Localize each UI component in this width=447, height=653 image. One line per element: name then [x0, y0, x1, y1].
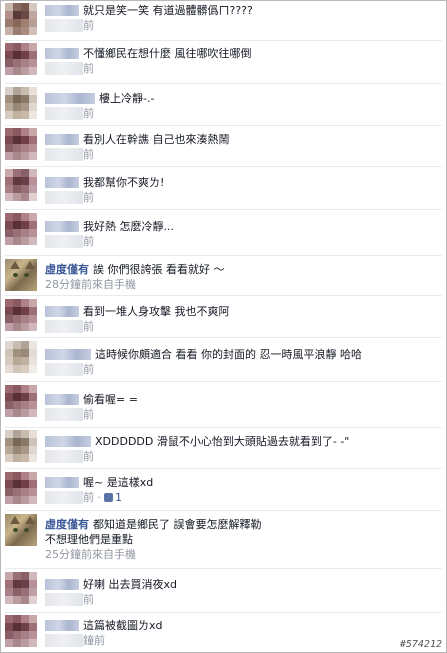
author-name-blurred[interactable]: [45, 349, 91, 360]
author-name-blurred[interactable]: [45, 394, 79, 405]
author-name[interactable]: 虛度僅有: [45, 263, 89, 276]
avatar[interactable]: [5, 3, 37, 35]
timestamp-blurred: [45, 235, 83, 248]
timestamp-blurred: [45, 634, 83, 647]
thumbs-up-icon[interactable]: [104, 493, 113, 502]
comment-item: 不懂鄉民在想什麼 風往哪吹往哪倒 前: [5, 43, 442, 84]
author-name-blurred[interactable]: [45, 436, 91, 447]
comment-text: 不懂鄉民在想什麼 風往哪吹往哪倒: [83, 47, 252, 60]
avatar[interactable]: [5, 615, 37, 647]
comment-text: 喔~ 是這樣xd: [83, 476, 154, 489]
timestamp-blurred: [45, 62, 83, 75]
author-name-blurred[interactable]: [45, 48, 79, 59]
avatar[interactable]: [5, 514, 37, 546]
comment-text: 這篇被截圖ㄌxd: [83, 619, 163, 632]
separator: ·: [97, 491, 102, 504]
comment-item: XDDDDDD 滑鼠不小心怡到大頭貼過去就看到了- -" 前: [5, 430, 442, 469]
timestamp-blurred: [45, 450, 83, 463]
comment-item: 看到一堆人身攻擊 我也不爽阿 前: [5, 299, 442, 338]
timestamp: 前: [83, 62, 94, 75]
timestamp: 前: [83, 491, 94, 504]
timestamp-blurred: [45, 107, 83, 120]
avatar[interactable]: [5, 43, 37, 75]
timestamp: 前: [83, 363, 94, 376]
comment-item: 偷看喔= = 前: [5, 385, 442, 428]
comment-item: 這時候你頗適合 看看 你的封面的 忍一時風平浪靜 哈哈 前: [5, 341, 442, 382]
author-name-blurred[interactable]: [45, 306, 79, 317]
author-name-blurred[interactable]: [45, 93, 95, 104]
timestamp-blurred: [45, 408, 83, 421]
comment-text: 偷看喔= =: [83, 393, 138, 406]
comment-item: 虛度僅有 都知道是鄉民了 誤會要怎麼解釋勒 不想理他們是重點 25分鐘前來自手機: [5, 514, 442, 569]
author-name-blurred[interactable]: [45, 134, 79, 145]
comment-item: 好喇 出去買消夜xd 前: [5, 572, 442, 613]
comment-item: 喔~ 是這樣xd 前 · 1: [5, 472, 442, 511]
comment-text: 看別人在幹譙 自己也來湊熱鬧: [83, 133, 230, 146]
comment-text: 就只是笑一笑 有道過體髒僞ㄇ????: [83, 4, 253, 17]
avatar[interactable]: [5, 87, 37, 119]
comment-item: 我好熱 怎麼冷靜... 前: [5, 213, 442, 256]
timestamp: 前: [83, 191, 94, 204]
timestamp: 前: [83, 19, 94, 32]
timestamp[interactable]: 28分鐘前來自手機: [45, 277, 442, 292]
timestamp[interactable]: 25分鐘前來自手機: [45, 547, 442, 562]
timestamp-blurred: [45, 320, 83, 333]
avatar[interactable]: [5, 472, 37, 504]
comment-text: XDDDDDD 滑鼠不小心怡到大頭貼過去就看到了- -": [95, 435, 350, 448]
avatar[interactable]: [5, 572, 37, 604]
author-name-blurred[interactable]: [45, 620, 79, 631]
timestamp: 前: [83, 235, 94, 248]
comment-item: 這篇被截圖ㄌxd 鐘前: [5, 615, 442, 651]
avatar[interactable]: [5, 169, 37, 201]
author-name-blurred[interactable]: [45, 477, 79, 488]
timestamp: 前: [83, 320, 94, 333]
avatar[interactable]: [5, 299, 37, 331]
comment-text-line-2: 不想理他們是重點: [45, 533, 133, 546]
timestamp: 前: [83, 450, 94, 463]
avatar[interactable]: [5, 430, 37, 462]
timestamp-blurred: [45, 593, 83, 606]
comment-item: 虛度僅有誒 你們很誇張 看看就好 ～ 28分鐘前來自手機: [5, 259, 442, 296]
timestamp-blurred: [45, 491, 83, 504]
watermark: #574212: [399, 639, 442, 650]
comment-text: 這時候你頗適合 看看 你的封面的 忍一時風平浪靜 哈哈: [95, 348, 362, 361]
timestamp: 前: [83, 408, 94, 421]
avatar[interactable]: [5, 259, 37, 291]
timestamp: 鐘前: [83, 634, 105, 647]
comment-item: 看別人在幹譙 自己也來湊熱鬧 前: [5, 128, 442, 167]
author-name-blurred[interactable]: [45, 5, 79, 16]
like-count[interactable]: 1: [115, 491, 122, 504]
comment-item: 就只是笑一笑 有道過體髒僞ㄇ???? 前: [5, 3, 442, 41]
timestamp-blurred: [45, 148, 83, 161]
timestamp-blurred: [45, 363, 83, 376]
comment-text: 好喇 出去買消夜xd: [83, 578, 177, 591]
timestamp-blurred: [45, 19, 83, 32]
avatar[interactable]: [5, 128, 37, 160]
timestamp: 前: [83, 107, 94, 120]
timestamp: 前: [83, 593, 94, 606]
avatar[interactable]: [5, 385, 37, 417]
author-name-blurred[interactable]: [45, 221, 79, 232]
comment-item: 樓上冷靜-.- 前: [5, 87, 442, 126]
avatar[interactable]: [5, 213, 37, 245]
timestamp-blurred: [45, 191, 83, 204]
author-name[interactable]: 虛度僅有: [45, 518, 89, 531]
comment-text: 看到一堆人身攻擊 我也不爽阿: [83, 305, 230, 318]
author-name-blurred[interactable]: [45, 579, 79, 590]
comment-text: 都知道是鄉民了 誤會要怎麼解釋勒: [93, 518, 262, 531]
avatar[interactable]: [5, 341, 37, 373]
comment-text: 樓上冷靜-.-: [99, 92, 155, 105]
timestamp: 前: [83, 148, 94, 161]
comment-text: 誒 你們很誇張 看看就好 ～: [93, 263, 225, 276]
comment-item: 我都幫你不爽ㄌ! 前: [5, 169, 442, 210]
comment-text: 我都幫你不爽ㄌ!: [83, 176, 165, 189]
comment-text: 我好熱 怎麼冷靜...: [83, 220, 174, 233]
author-name-blurred[interactable]: [45, 177, 79, 188]
